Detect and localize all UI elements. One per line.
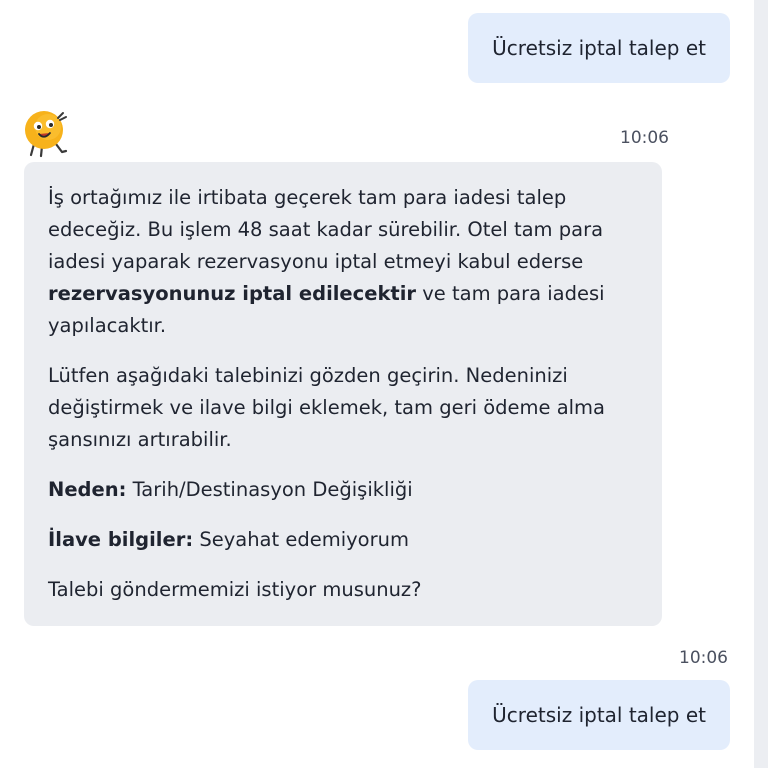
bot-additional-info-line: İlave bilgiler: Seyahat edemiyorum — [48, 524, 638, 556]
bot-reason-line: Neden: Tarih/Destinasyon Değişikliği — [48, 474, 638, 506]
additional-info-label: İlave bilgiler: — [48, 528, 194, 551]
user-message-timestamp: 10:06 — [679, 648, 728, 668]
user-message-bubble: Ücretsiz iptal talep et — [468, 680, 730, 750]
bot-message-timestamp: 10:06 — [620, 128, 669, 148]
bot-message-bubble: İş ortağımız ile irtibata geçerek tam pa… — [24, 162, 662, 626]
mascot-avatar-icon — [25, 111, 68, 158]
bot-bold-cancellation-text: rezervasyonunuz iptal edilecektir — [48, 282, 417, 305]
scrollbar[interactable] — [754, 0, 768, 768]
user-message-text: Ücretsiz iptal talep et — [492, 36, 706, 60]
reason-label: Neden: — [48, 478, 127, 501]
additional-info-value: Seyahat edemiyorum — [193, 528, 409, 551]
bot-paragraph-refund-info: İş ortağımız ile irtibata geçerek tam pa… — [48, 186, 605, 337]
chat-window: Ücretsiz iptal talep et 10:06 İş ortağım… — [0, 0, 768, 768]
bot-question: Talebi göndermemizi istiyor musunuz? — [48, 578, 422, 601]
user-message-text: Ücretsiz iptal talep et — [492, 703, 706, 727]
bot-paragraph-review-request: Lütfen aşağıdaki talebinizi gözden geçir… — [48, 364, 606, 451]
reason-value: Tarih/Destinasyon Değişikliği — [126, 478, 413, 501]
user-message-bubble: Ücretsiz iptal talep et — [468, 13, 730, 83]
